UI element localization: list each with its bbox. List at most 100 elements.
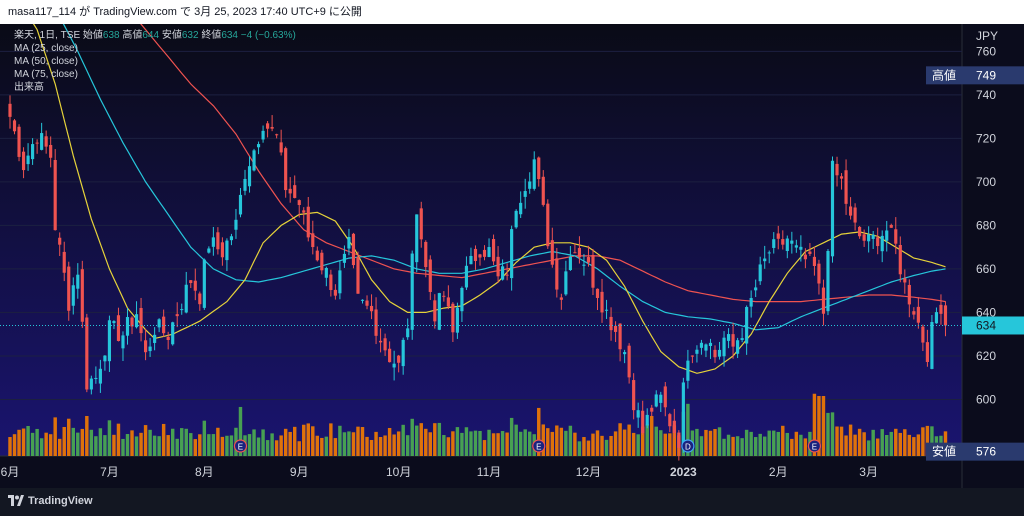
volume-bar bbox=[311, 426, 315, 456]
candle-body bbox=[505, 274, 509, 276]
volume-bar bbox=[473, 430, 478, 456]
candle-body bbox=[668, 414, 672, 427]
candle-body bbox=[157, 319, 161, 328]
volume-bar bbox=[229, 435, 234, 456]
candle-body bbox=[812, 256, 817, 266]
candle-body bbox=[53, 159, 57, 231]
volume-bar bbox=[410, 418, 414, 456]
candle-body bbox=[749, 298, 753, 307]
volume-bar bbox=[35, 428, 39, 456]
candle-body bbox=[835, 163, 839, 176]
volume-bar bbox=[487, 429, 491, 456]
candle-body bbox=[175, 314, 179, 317]
x-tick-label: 12月 bbox=[576, 465, 601, 479]
tradingview-logo[interactable]: TradingView bbox=[8, 495, 93, 507]
candle-body bbox=[401, 339, 405, 367]
y-tick-label: 620 bbox=[976, 349, 996, 363]
candle-body bbox=[40, 133, 44, 150]
candle-body bbox=[256, 144, 261, 148]
volume-bar bbox=[749, 431, 753, 456]
candle-body bbox=[722, 337, 726, 357]
candle-body bbox=[767, 252, 771, 254]
candle-body bbox=[198, 293, 202, 305]
volume-bar bbox=[198, 434, 202, 456]
candle-body bbox=[641, 410, 645, 434]
volume-bar bbox=[351, 432, 356, 456]
volume-bar bbox=[772, 430, 776, 456]
event-marker-label: E bbox=[238, 443, 243, 452]
volume-bar bbox=[839, 426, 844, 456]
volume-bar bbox=[392, 434, 396, 456]
candle-body bbox=[284, 148, 288, 191]
volume-bar bbox=[261, 429, 265, 456]
candle-body bbox=[907, 284, 911, 305]
candle-body bbox=[586, 257, 591, 263]
volume-bar bbox=[753, 437, 758, 456]
volume-bar bbox=[338, 425, 342, 456]
volume-bar bbox=[478, 430, 482, 456]
candle-body bbox=[31, 144, 35, 160]
volume-bar bbox=[898, 432, 903, 456]
volume-bar bbox=[419, 423, 423, 456]
candle-body bbox=[85, 317, 89, 390]
candle-body bbox=[699, 342, 704, 348]
candle-body bbox=[519, 202, 523, 215]
volume-bar bbox=[80, 428, 85, 456]
candle-body bbox=[736, 340, 740, 354]
x-tick-label: 8月 bbox=[195, 465, 214, 479]
volume-bar bbox=[835, 426, 839, 456]
candle-body bbox=[446, 297, 450, 307]
volume-bar bbox=[71, 427, 75, 456]
y-tick-label: 700 bbox=[976, 175, 996, 189]
candle-body bbox=[916, 306, 920, 323]
volume-bar bbox=[704, 429, 708, 456]
volume-bar bbox=[591, 433, 595, 456]
volume-bar bbox=[695, 428, 699, 456]
volume-bar bbox=[378, 436, 383, 456]
publish-info-bar: masa117_114 が TradingView.com で 3月 25, 2… bbox=[0, 0, 1024, 24]
volume-bar bbox=[568, 425, 573, 456]
volume-bar bbox=[903, 429, 907, 456]
volume-bar bbox=[161, 423, 166, 456]
volume-bar bbox=[781, 425, 785, 456]
candle-body bbox=[44, 136, 48, 147]
candle-body bbox=[731, 334, 735, 347]
volume-bar bbox=[464, 427, 469, 456]
candle-body bbox=[148, 346, 152, 352]
volume-bar bbox=[523, 429, 527, 456]
y-tick-label: 600 bbox=[976, 392, 996, 406]
candle-body bbox=[758, 264, 762, 282]
volume-bar bbox=[659, 430, 663, 456]
currency-label: JPY bbox=[976, 29, 998, 43]
candle-body bbox=[234, 219, 238, 230]
candle-body bbox=[397, 355, 401, 363]
volume-bar bbox=[170, 428, 175, 456]
volume-bar bbox=[555, 425, 559, 456]
candle-body bbox=[12, 120, 17, 132]
low-marker-label: 安値 bbox=[932, 444, 956, 459]
price-chart[interactable]: JPY6006206406606807007207407606月 7月 8月 9月 10… bbox=[0, 24, 1024, 488]
volume-bar bbox=[758, 433, 762, 456]
volume-bar bbox=[785, 432, 790, 456]
candle-body bbox=[360, 299, 365, 301]
x-tick-label: 2月 bbox=[769, 465, 788, 479]
candle-body bbox=[740, 338, 744, 340]
candle-body bbox=[514, 210, 518, 228]
candle-body bbox=[89, 378, 93, 390]
candle-body bbox=[469, 255, 473, 265]
candle-body bbox=[708, 342, 713, 347]
volume-bar bbox=[62, 427, 66, 456]
candle-body bbox=[220, 242, 224, 258]
candle-body bbox=[202, 259, 206, 308]
volume-bar bbox=[21, 428, 26, 456]
volume-bar bbox=[491, 433, 496, 456]
volume-bar bbox=[744, 429, 749, 456]
volume-bar bbox=[329, 423, 333, 456]
candle-body bbox=[464, 265, 469, 288]
candle-body bbox=[261, 130, 265, 140]
volume-bar bbox=[98, 428, 103, 456]
candle-body bbox=[690, 355, 694, 357]
candle-body bbox=[821, 287, 826, 314]
candle-body bbox=[659, 394, 663, 403]
candle-body bbox=[889, 224, 893, 228]
